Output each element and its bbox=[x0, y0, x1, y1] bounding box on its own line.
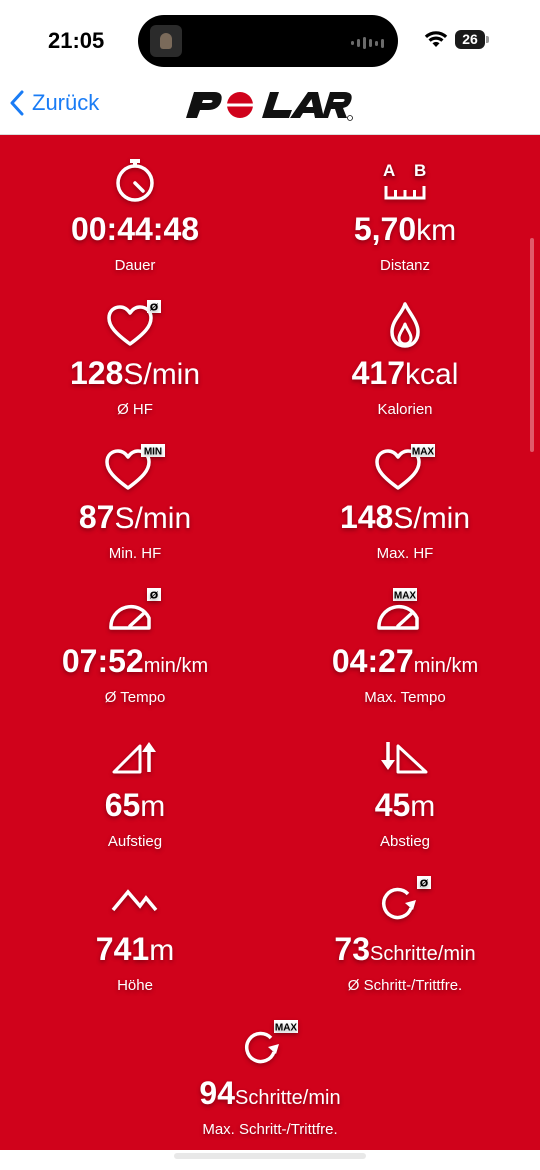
max-hr-value: 148 bbox=[339, 499, 394, 535]
stopwatch-icon bbox=[0, 156, 270, 206]
wifi-icon bbox=[424, 31, 448, 47]
cadence-max-icon: MAX bbox=[135, 1020, 405, 1070]
home-indicator[interactable] bbox=[174, 1153, 366, 1159]
calories-label: Kalorien bbox=[377, 401, 433, 418]
avg-cadence-label: Ø Schritt-/Trittfre. bbox=[347, 977, 463, 994]
back-button[interactable]: Zurück bbox=[10, 90, 99, 116]
metric-avg-cadence: Ø 73Schritte/min Ø Schritt-/Trittfre. bbox=[270, 876, 540, 994]
metric-altitude: 741m Höhe bbox=[0, 876, 270, 994]
max-cadence-value: 94 bbox=[199, 1075, 235, 1111]
speedometer-avg-icon: Ø bbox=[0, 588, 270, 638]
audio-wave-icon bbox=[351, 37, 384, 49]
metric-max-pace: MAX 04:27min/km Max. Tempo bbox=[270, 588, 540, 706]
max-cadence-label: Max. Schritt-/Trittfre. bbox=[202, 1121, 338, 1138]
max-badge: MAX bbox=[394, 591, 417, 602]
heart-max-icon: MAX bbox=[270, 444, 540, 494]
status-time: 21:05 bbox=[48, 28, 105, 53]
distance-a-label: A bbox=[383, 161, 395, 180]
ascent-value: 65 bbox=[104, 787, 141, 823]
descent-unit: m bbox=[410, 790, 436, 823]
flame-icon bbox=[270, 300, 540, 350]
chevron-left-icon bbox=[10, 90, 24, 116]
max-cadence-unit: Schritte/min bbox=[235, 1087, 341, 1109]
polar-logo bbox=[186, 92, 353, 121]
avg-hr-label: Ø HF bbox=[117, 401, 153, 418]
avg-hr-unit: S/min bbox=[123, 358, 201, 391]
metric-calories: 417kcal Kalorien bbox=[270, 300, 540, 418]
avg-badge: Ø bbox=[150, 590, 159, 602]
max-badge: MAX bbox=[412, 447, 435, 458]
min-hr-label: Min. HF bbox=[108, 545, 162, 562]
ascent-label: Aufstieg bbox=[107, 833, 163, 850]
metric-distance: A B 5,70km Distanz bbox=[270, 156, 540, 274]
metric-avg-hr: Ø 128S/min Ø HF bbox=[0, 300, 270, 418]
avg-badge: Ø bbox=[150, 302, 159, 314]
duration-value: 00:44:48 bbox=[70, 211, 200, 247]
status-bar: 21:05 26 bbox=[0, 0, 540, 82]
ascent-icon bbox=[0, 732, 270, 782]
metric-duration: 00:44:48 Dauer bbox=[0, 156, 270, 274]
descent-label: Abstieg bbox=[379, 833, 431, 850]
max-hr-label: Max. HF bbox=[376, 545, 434, 562]
metric-max-hr: MAX 148S/min Max. HF bbox=[270, 444, 540, 562]
metric-ascent: 65m Aufstieg bbox=[0, 732, 270, 850]
min-hr-unit: S/min bbox=[114, 502, 192, 535]
distance-label: Distanz bbox=[379, 257, 431, 274]
distance-ab-icon: A B bbox=[270, 156, 540, 206]
nav-bar: Zurück bbox=[0, 82, 540, 135]
avg-badge: Ø bbox=[420, 878, 429, 890]
descent-value: 45 bbox=[374, 787, 411, 823]
avg-cadence-value: 73 bbox=[334, 931, 370, 967]
avg-pace-label: Ø Tempo bbox=[104, 689, 166, 706]
speedometer-max-icon: MAX bbox=[270, 588, 540, 638]
altitude-label: Höhe bbox=[117, 977, 153, 994]
heart-min-icon: MIN bbox=[0, 444, 270, 494]
back-label: Zurück bbox=[32, 90, 100, 115]
ascent-unit: m bbox=[140, 790, 166, 823]
metric-avg-pace: Ø 07:52min/km Ø Tempo bbox=[0, 588, 270, 706]
max-badge: MAX bbox=[275, 1023, 298, 1034]
distance-unit: km bbox=[416, 214, 457, 247]
calories-value: 417 bbox=[351, 355, 406, 391]
max-pace-label: Max. Tempo bbox=[364, 689, 446, 706]
scrollbar[interactable] bbox=[530, 238, 534, 452]
calories-unit: kcal bbox=[405, 358, 459, 391]
heart-avg-icon: Ø bbox=[0, 300, 270, 350]
altitude-unit: m bbox=[149, 934, 175, 967]
max-hr-unit: S/min bbox=[393, 502, 471, 535]
avg-hr-value: 128 bbox=[69, 355, 124, 391]
max-pace-unit: min/km bbox=[413, 655, 479, 677]
dynamic-island[interactable] bbox=[138, 15, 398, 67]
avg-cadence-unit: Schritte/min bbox=[370, 943, 476, 965]
metric-min-hr: MIN 87S/min Min. HF bbox=[0, 444, 270, 562]
distance-b-label: B bbox=[414, 161, 426, 180]
avg-pace-unit: min/km bbox=[143, 655, 209, 677]
duration-label: Dauer bbox=[114, 257, 156, 274]
min-hr-value: 87 bbox=[78, 499, 115, 535]
battery-icon: 26 bbox=[455, 30, 489, 49]
max-pace-value: 04:27 bbox=[331, 643, 414, 679]
altitude-value: 741 bbox=[95, 931, 150, 967]
metric-max-cadence: MAX 94Schritte/min Max. Schritt-/Trittfr… bbox=[135, 1020, 405, 1138]
distance-value: 5,70 bbox=[353, 211, 417, 247]
mountain-icon bbox=[0, 876, 270, 926]
min-badge: MIN bbox=[144, 447, 162, 458]
avg-pace-value: 07:52 bbox=[61, 643, 144, 679]
metric-descent: 45m Abstieg bbox=[270, 732, 540, 850]
descent-icon bbox=[270, 732, 540, 782]
now-playing-thumbnail bbox=[150, 25, 182, 57]
cadence-avg-icon: Ø bbox=[270, 876, 540, 926]
